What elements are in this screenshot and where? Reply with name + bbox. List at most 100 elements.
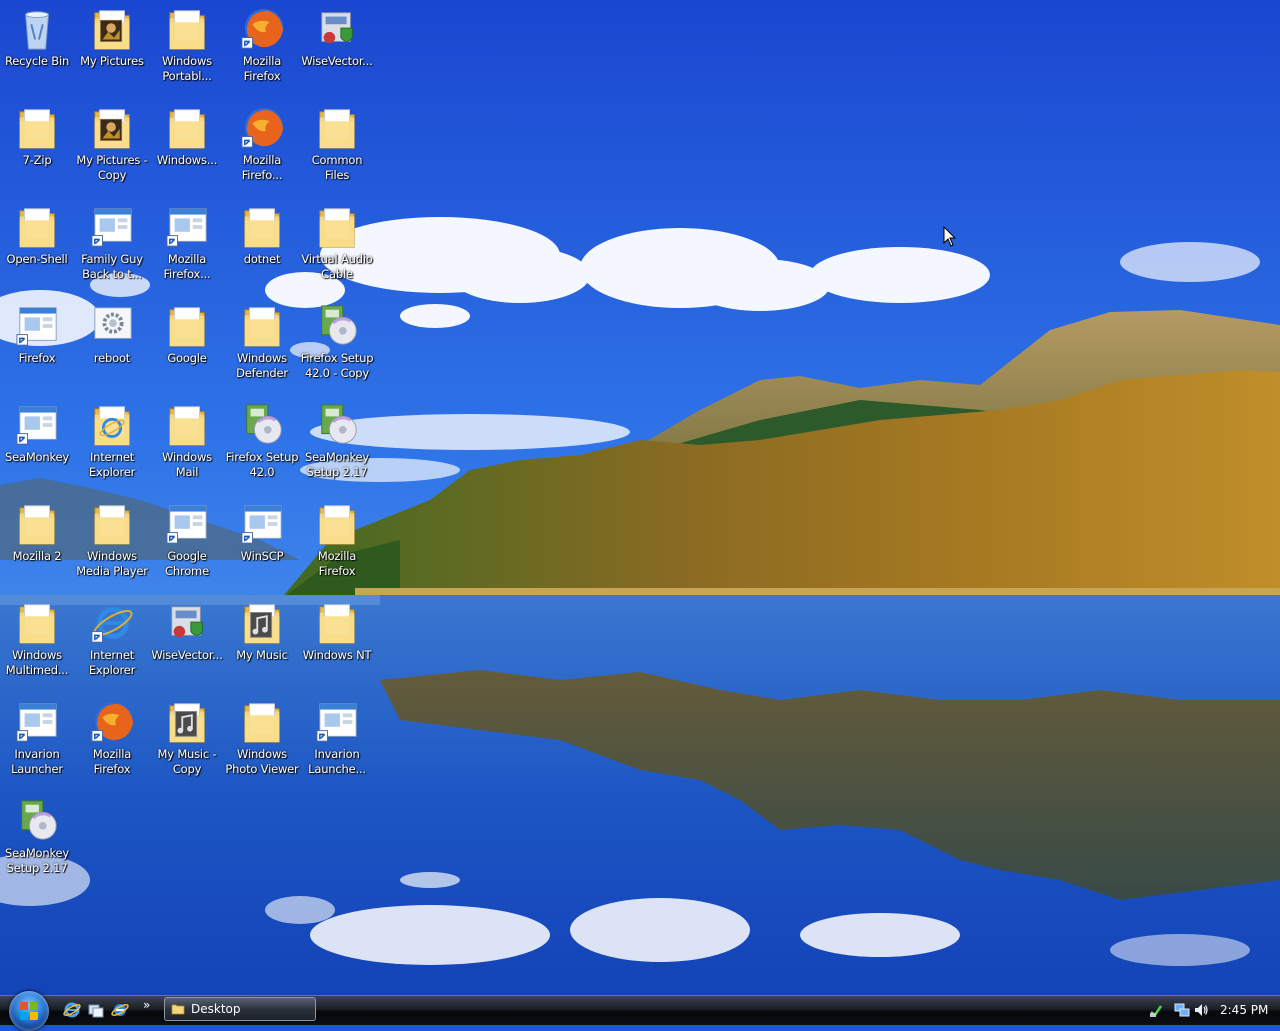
desktop-icon[interactable]: Windows Portabl... (149, 2, 225, 98)
desktop-icon[interactable]: Windows... (149, 101, 225, 197)
folder-icon (19, 505, 55, 545)
desktop-icon[interactable]: My Pictures (74, 2, 150, 98)
desktop-icon-label: Internet Explorer (88, 648, 136, 677)
desktop-icon[interactable]: Google Chrome (149, 497, 225, 593)
quick-launch-more-button[interactable]: » (143, 998, 150, 1012)
desktop-icon[interactable]: Internet Explorer (74, 596, 150, 692)
desktop-icon-label: Windows Photo Viewer (225, 747, 299, 776)
desktop-icon[interactable]: Internet Explorer (74, 398, 150, 494)
security-icon[interactable] (1148, 1002, 1164, 1018)
taskbar-clock[interactable]: 2:45 PM (1220, 1003, 1268, 1017)
desktop-icon[interactable]: Windows Mail (149, 398, 225, 494)
desktop-icon[interactable]: SeaMonkey Setup 2.17 (299, 398, 375, 494)
desktop-icon-label: Open-Shell (6, 252, 68, 266)
desktop-icon[interactable]: WinSCP (224, 497, 300, 593)
desktop-icon[interactable]: Common Files (299, 101, 375, 197)
desktop-icon[interactable]: Virtual Audio Cable (299, 200, 375, 296)
desktop-icon-label: Google Chrome (165, 549, 209, 578)
desktop-icon-label: WiseVector... (301, 54, 373, 68)
desktop-icon[interactable]: Google (149, 299, 225, 395)
desktop-icon[interactable]: Mozilla Firefox (224, 2, 300, 98)
folder-icon (244, 208, 280, 248)
folder-icon (169, 307, 205, 347)
folder-icon (169, 109, 205, 149)
desktop-icon-label: Common Files (311, 153, 363, 182)
desktop-icon[interactable]: Recycle Bin (0, 2, 75, 98)
desktop-icon-label: My Pictures (80, 54, 144, 68)
desktop-icon-label: Google (167, 351, 207, 365)
desktop-icon-label: SeaMonkey Setup 2.17 (5, 846, 69, 875)
desktop-icon-label: Invarion Launcher (11, 747, 63, 776)
installer-icon (171, 606, 203, 638)
desktop-icon[interactable]: My Pictures - Copy (74, 101, 150, 197)
desktop-icon-label: Invarion Launche... (308, 747, 366, 776)
volume-icon[interactable] (1193, 1002, 1209, 1018)
network-icon[interactable] (1174, 1002, 1190, 1018)
switch-windows-icon[interactable] (87, 1001, 105, 1019)
desktop-icon-label: Firefox Setup 42.0 (225, 450, 299, 479)
internet-explorer-icon[interactable] (63, 1001, 81, 1019)
desktop-icon-label: Internet Explorer (88, 450, 136, 479)
desktop-icon[interactable]: dotnet (224, 200, 300, 296)
desktop-icon-label: Mozilla Firefox (92, 747, 132, 776)
desktop-icon-label: WinSCP (240, 549, 284, 563)
desktop-icon[interactable]: Mozilla Firefox (74, 695, 150, 791)
music-folder-icon (244, 604, 280, 644)
window-shortcut-icon (166, 505, 207, 544)
desktop-icon-label: Firefox (18, 351, 56, 365)
desktop-icon-label: Recycle Bin (4, 54, 70, 68)
desktop-icon[interactable]: 7-Zip (0, 101, 75, 197)
window-shortcut-icon (16, 703, 57, 742)
folder-icon (19, 604, 55, 644)
window-shortcut-icon (16, 406, 57, 445)
setup-icon (321, 305, 357, 345)
folder-icon (171, 1004, 185, 1015)
desktop-icon[interactable]: Firefox (0, 299, 75, 395)
desktop-icon[interactable]: Mozilla Firefox (299, 497, 375, 593)
desktop-icon[interactable]: Windows Photo Viewer (224, 695, 300, 791)
desktop-icon[interactable]: Windows NT (299, 596, 375, 692)
desktop-icon[interactable]: Invarion Launche... (299, 695, 375, 791)
desktop-icon-label: My Music - Copy (157, 747, 217, 776)
desktop-icon-label: SeaMonkey Setup 2.17 (305, 450, 369, 479)
desktop-icon[interactable]: Mozilla 2 (0, 497, 75, 593)
desktop-icon[interactable]: reboot (74, 299, 150, 395)
folder-icon (244, 307, 280, 347)
desktop-icon-label: Mozilla Firefox (317, 549, 357, 578)
desktop-icon[interactable]: Invarion Launcher (0, 695, 75, 791)
desktop-icon[interactable]: Windows Multimed... (0, 596, 75, 692)
mouse-cursor-icon (943, 226, 957, 247)
ie-browser-icon[interactable] (111, 1001, 129, 1019)
desktop-icon[interactable]: Windows Defender (224, 299, 300, 395)
taskbar-button-label: Desktop (191, 1002, 241, 1016)
ie-folder-icon (94, 406, 130, 446)
desktop-icon[interactable]: Windows Media Player (74, 497, 150, 593)
pictures-folder-icon (94, 109, 130, 149)
desktop-icon-label: My Pictures - Copy (76, 153, 148, 182)
desktop-icon-label: Mozilla Firefo... (241, 153, 283, 182)
desktop-icon[interactable]: SeaMonkey (0, 398, 75, 494)
setup-icon (246, 404, 282, 444)
desktop-icon[interactable]: WiseVector... (299, 2, 375, 98)
desktop-icon[interactable]: Firefox Setup 42.0 (224, 398, 300, 494)
desktop-icon[interactable]: My Music - Copy (149, 695, 225, 791)
desktop-icon-label: Windows NT (302, 648, 372, 662)
desktop-icon[interactable]: Family Guy Back to t... (74, 200, 150, 296)
start-button[interactable] (9, 991, 49, 1031)
desktop-icon[interactable]: Firefox Setup 42.0 - Copy (299, 299, 375, 395)
desktop-icon[interactable]: My Music (224, 596, 300, 692)
folder-icon (169, 10, 205, 50)
desktop-icon-label: 7-Zip (22, 153, 52, 167)
desktop-icon-label: Firefox Setup 42.0 - Copy (300, 351, 374, 380)
firefox-icon (241, 107, 284, 148)
desktop-icon[interactable]: Open-Shell (0, 200, 75, 296)
desktop-icon-label: Mozilla Firefox... (163, 252, 211, 281)
desktop-icon[interactable]: SeaMonkey Setup 2.17 (0, 794, 75, 890)
desktop-icon[interactable]: Mozilla Firefo... (224, 101, 300, 197)
desktop-icon[interactable]: Mozilla Firefox... (149, 200, 225, 296)
desktop-icon[interactable]: WiseVector... (149, 596, 225, 692)
desktop-icon-label: Family Guy Back to t... (81, 252, 143, 281)
music-folder-icon (169, 703, 205, 743)
firefox-icon (241, 8, 284, 49)
taskbar-button-desktop[interactable]: Desktop (164, 997, 316, 1021)
